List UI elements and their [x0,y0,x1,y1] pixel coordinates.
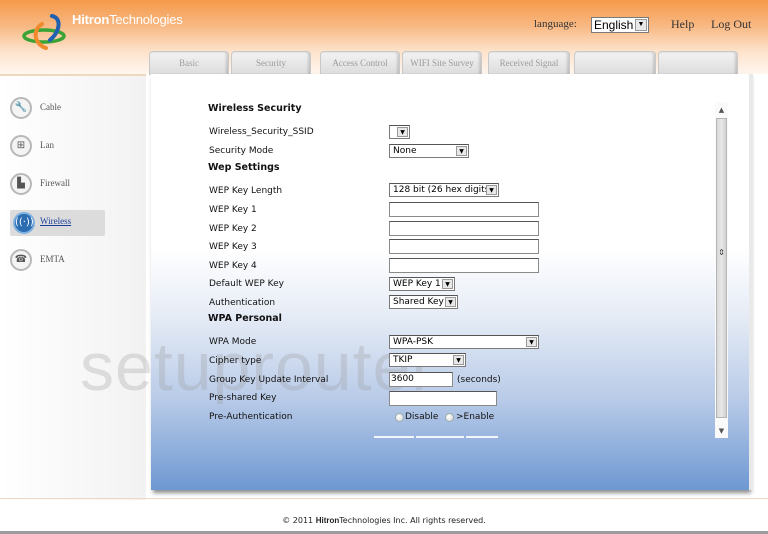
wpa-mode-select[interactable]: WPA-PSK ▼ [389,335,539,349]
tab-access-control[interactable]: Access Control [320,51,400,75]
wep-key-length-value: 128 bit (26 hex digits) [393,185,493,195]
cipher-type-label: Cipher type [209,356,262,366]
chevron-down-icon[interactable]: ▼ [442,279,453,289]
authentication-select[interactable]: Shared Key ▼ [389,295,458,309]
sidebar-item-cable[interactable]: 🔧 Cable [10,96,105,122]
tab-security[interactable]: Security [231,51,311,75]
language-value: English [594,18,634,32]
wep-settings-title: Wep Settings [208,162,280,173]
wep-key-length-label: WEP Key Length [209,186,283,196]
language-label: language: [534,18,577,30]
tab-received-signal[interactable]: Received Signal [488,51,570,75]
wep-key-4-input[interactable] [389,258,539,273]
brand-bold: Hitron [72,12,110,27]
firewall-icon: ▙ [10,173,32,195]
sidebar-item-label: EMTA [40,254,65,264]
brand-name: HitronTechnologies [72,12,183,27]
sidebar-item-wireless[interactable]: ((·)) Wireless [10,210,105,236]
sidebar: 🔧 Cable ⊞ Lan ▙ Firewall ((·)) Wireless … [0,74,146,500]
wep-key-length-select[interactable]: 128 bit (26 hex digits) ▼ [389,183,499,197]
pre-authentication-label: Pre-Authentication [209,412,293,422]
wpa-personal-title: WPA Personal [208,313,282,324]
cipher-type-select[interactable]: TKIP ▼ [389,353,466,367]
hitron-logo-icon [22,14,66,50]
logout-link[interactable]: Log Out [711,17,751,32]
copyright-suffix: Inc. All rights reserved. [390,516,486,525]
wireless-security-title: Wireless Security [208,103,302,114]
security-mode-value: None [393,146,417,156]
scroll-up-arrow-icon[interactable]: ▲ [715,103,728,117]
wep-key-2-label: WEP Key 2 [209,224,257,234]
footer-brand-rest: Technologies [339,516,391,525]
sidebar-item-lan[interactable]: ⊞ Lan [10,134,105,160]
tab-empty-1[interactable] [574,51,656,75]
phone-icon: ☎ [10,249,32,271]
help-link[interactable]: Help [671,17,694,32]
ssid-select[interactable]: ▼ [389,125,410,139]
wpa-mode-value: WPA-PSK [393,337,433,347]
preauth-enable-radio[interactable] [445,413,454,422]
wrench-icon: 🔧 [10,97,32,119]
wep-key-4-label: WEP Key 4 [209,261,257,271]
sidebar-item-firewall[interactable]: ▙ Firewall [10,172,105,198]
chevron-down-icon[interactable]: ▼ [397,127,408,137]
wep-key-1-label: WEP Key 1 [209,205,257,215]
wep-key-1-input[interactable] [389,202,539,217]
network-icon: ⊞ [10,135,32,157]
ssid-label: Wireless_Security_SSID [209,127,314,137]
sidebar-item-label: Wireless [40,216,72,226]
authentication-label: Authentication [209,298,276,308]
panel-edge [749,74,753,490]
chevron-down-icon[interactable]: ▼ [445,297,456,307]
sidebar-item-emta[interactable]: ☎ EMTA [10,248,105,274]
wep-key-2-input[interactable] [389,221,539,236]
cipher-type-value: TKIP [393,355,413,365]
wep-key-3-input[interactable] [389,239,539,254]
wpa-mode-label: WPA Mode [209,337,257,347]
copyright-prefix: © 2011 [282,516,316,525]
group-key-unit: (seconds) [457,375,501,385]
chevron-down-icon[interactable]: ▼ [456,146,467,156]
default-wep-key-select[interactable]: WEP Key 1 ▼ [389,277,455,291]
preauth-disable-radio[interactable] [395,413,404,422]
preauth-enable-label: >Enable [456,412,495,422]
wep-key-3-label: WEP Key 3 [209,242,257,252]
button-edge-2[interactable] [416,436,464,438]
tab-empty-2[interactable] [658,51,738,75]
default-wep-key-value: WEP Key 1 [393,279,441,289]
footer-copyright: © 2011 HitronTechnologies Inc. All right… [0,516,768,525]
chevron-down-icon[interactable]: ▼ [486,185,497,195]
scrollbar-thumb[interactable]: ⇕ [716,118,727,418]
authentication-value: Shared Key [393,297,444,307]
grip-icon: ⇕ [718,248,725,257]
security-mode-select[interactable]: None ▼ [389,144,469,158]
sidebar-item-label: Firewall [40,178,70,188]
brand-rest: Technologies [109,12,183,27]
language-select[interactable]: English ▼ [591,17,649,33]
group-key-interval-input[interactable]: 3600 [389,372,453,387]
default-wep-key-label: Default WEP Key [209,279,284,289]
group-key-interval-label: Group Key Update Interval [209,375,329,385]
chevron-down-icon[interactable]: ▼ [453,355,464,365]
chevron-down-icon[interactable]: ▼ [635,19,647,31]
sidebar-item-label: Lan [40,140,54,150]
scroll-down-arrow-icon[interactable]: ▼ [715,424,728,438]
button-edge-3[interactable] [466,436,498,438]
button-edge-1[interactable] [374,436,414,438]
tab-basic[interactable]: Basic [149,51,229,75]
footer-brand-bold: Hitron [315,516,340,525]
wireless-icon: ((·)) [13,212,35,234]
pre-shared-key-label: Pre-shared Key [209,393,277,403]
security-mode-label: Security Mode [209,146,274,156]
tab-wifi-site-survey[interactable]: WIFI Site Survey [402,51,482,75]
footer-divider [0,498,768,499]
preauth-disable-label: Disable [405,412,439,422]
sidebar-item-label: Cable [40,102,61,112]
chevron-down-icon[interactable]: ▼ [526,337,537,347]
pre-shared-key-input[interactable] [389,391,497,406]
